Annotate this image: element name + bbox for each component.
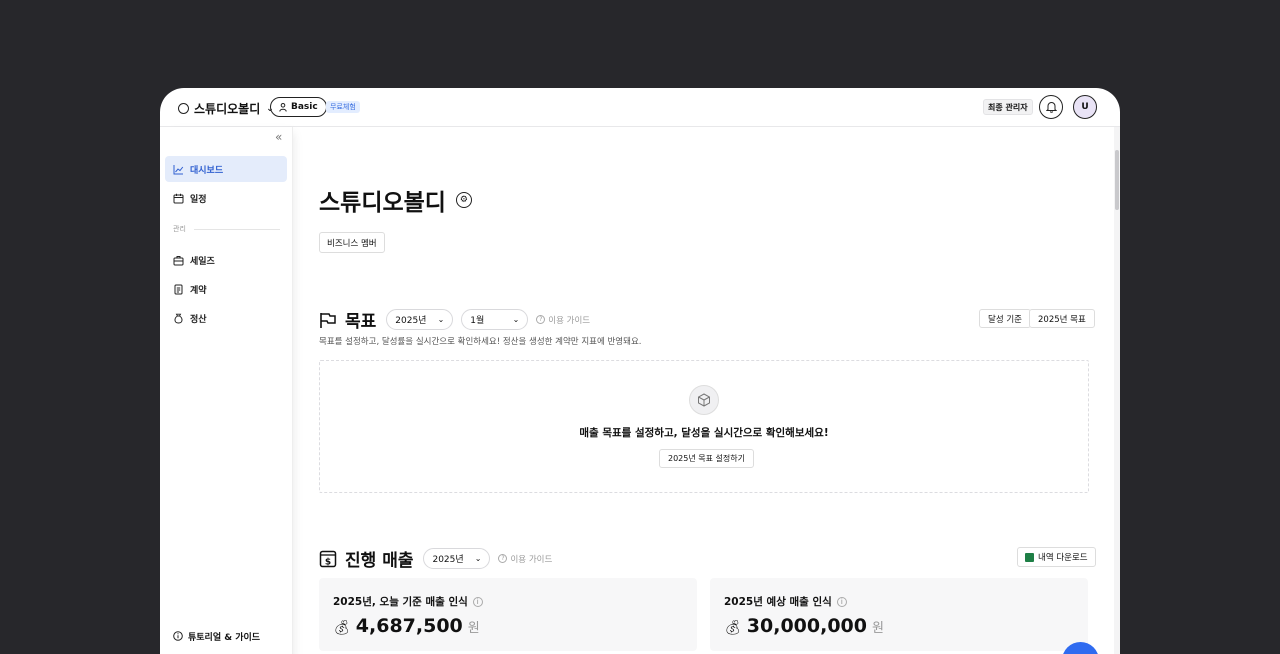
card-label: 2025년 예상 매출 인식 i (724, 594, 847, 609)
workspace-switcher[interactable]: 스튜디오볼디 ⌄ (178, 100, 274, 117)
money-bag-icon (174, 313, 183, 324)
chevron-down-icon: ⌄ (512, 315, 520, 324)
tutorial-guide-link[interactable]: 튜토리얼 & 가이드 (165, 625, 260, 647)
plan-label: Basic (291, 102, 318, 112)
goal-empty-state: 매출 목표를 설정하고, 달성을 실시간으로 확인해보세요! 2025년 목표 … (319, 360, 1089, 493)
info-icon (173, 631, 183, 641)
sidebar-item-dashboard[interactable]: 대시보드 (165, 156, 287, 182)
sales-year-value: 2025년 (432, 555, 464, 565)
goal-empty-text: 매출 목표를 설정하고, 달성을 실시간으로 확인해보세요! (579, 427, 829, 439)
sales-section-header: $ 진행 매출 2025년 ⌄ ? 이용 가이드 (319, 546, 552, 571)
card-amount: 4,687,500 (355, 615, 463, 637)
divider (193, 228, 280, 230)
notification-button[interactable] (1039, 95, 1063, 119)
trial-badge: 무료체험 (326, 101, 360, 113)
sidebar-item-label: 정산 (190, 314, 207, 325)
page-title: 스튜디오볼디 ⚙ (319, 183, 472, 217)
chevron-down-icon: ⌄ (474, 554, 482, 563)
svg-text:$: $ (325, 557, 331, 567)
document-icon (174, 284, 183, 294)
info-icon[interactable]: i (472, 596, 483, 607)
sidebar-item-sales[interactable]: 세일즈 (165, 247, 287, 273)
question-icon: ? (536, 315, 546, 324)
today-revenue-card: 2025년, 오늘 기준 매출 인식 i 💰︎ 4,687,500 원 (319, 578, 697, 651)
expected-revenue-card: 2025년 예상 매출 인식 i 💰︎ 30,000,000 원 (710, 578, 1088, 651)
workspace-logo-icon (178, 103, 189, 114)
sidebar-item-contract[interactable]: 계약 (165, 276, 287, 302)
workspace-name: 스튜디오볼디 (194, 102, 261, 116)
card-value: 💰︎ 4,687,500 원 (333, 615, 480, 637)
role-badge: 최종 관리자 (983, 99, 1033, 115)
goal-title: 목표 (345, 312, 377, 332)
person-icon (279, 102, 287, 112)
sidebar-item-settlement[interactable]: 정산 (165, 305, 287, 331)
goal-guide-label: 이용 가이드 (548, 315, 591, 326)
dollar-box-icon: $ (319, 550, 337, 567)
sidebar-item-label: 세일즈 (190, 256, 215, 267)
scrollbar-thumb[interactable] (1115, 150, 1119, 210)
bell-icon (1045, 102, 1057, 113)
goal-year-select[interactable]: 2025년 ⌄ (386, 309, 454, 330)
avatar[interactable]: U (1073, 95, 1097, 119)
money-bag-icon: 💰︎ (724, 620, 742, 636)
business-member-button[interactable]: 비즈니스 멤버 (319, 232, 385, 253)
page-title-text: 스튜디오볼디 (319, 190, 446, 216)
goal-year-value: 2025년 (395, 316, 427, 326)
info-icon[interactable]: i (836, 596, 847, 607)
card-label-text: 2025년 예상 매출 인식 (724, 596, 832, 608)
section-divider: 관리 (173, 224, 280, 234)
achievement-criteria-button[interactable]: 달성 기준 (979, 309, 1031, 328)
set-goal-button[interactable]: 2025년 목표 설정하기 (659, 449, 754, 468)
card-unit: 원 (467, 621, 480, 636)
top-bar: 스튜디오볼디 ⌄ Basic 무료체험 최종 관리자 U (160, 88, 1120, 127)
sales-guide-label: 이용 가이드 (510, 554, 553, 565)
sidebar-item-label: 계약 (190, 285, 207, 296)
app-window: 스튜디오볼디 ⌄ Basic 무료체험 최종 관리자 U « 대시보드 일정 관… (160, 88, 1120, 654)
briefcase-icon (173, 255, 184, 265)
flag-icon (320, 312, 336, 328)
sales-title: 진행 매출 (345, 551, 414, 571)
plan-badge[interactable]: Basic (270, 97, 327, 117)
goal-section-header: 목표 2025년 ⌄ 1월 ⌄ ? 이용 가이드 (319, 307, 590, 332)
sidebar-item-label: 대시보드 (190, 165, 224, 176)
excel-icon (1025, 552, 1034, 562)
main-content: 스튜디오볼디 ⚙ 비즈니스 멤버 목표 2025년 ⌄ 1월 ⌄ ? 이용 가이… (293, 127, 1115, 654)
goal-month-value: 1월 (470, 316, 485, 326)
chart-icon (173, 164, 184, 174)
download-history-button[interactable]: 내역 다운로드 (1017, 547, 1096, 567)
card-label-text: 2025년, 오늘 기준 매출 인식 (333, 596, 468, 608)
money-bag-icon: 💰︎ (333, 620, 351, 636)
chevron-down-icon: ⌄ (437, 315, 445, 324)
goal-guide-link[interactable]: ? 이용 가이드 (536, 314, 590, 326)
sidebar-item-label: 일정 (190, 194, 207, 205)
sidebar-item-schedule[interactable]: 일정 (165, 185, 287, 211)
download-label: 내역 다운로드 (1038, 553, 1088, 563)
collapse-sidebar-icon[interactable]: « (275, 130, 282, 144)
sales-guide-link[interactable]: ? 이용 가이드 (498, 553, 552, 565)
calendar-icon (173, 193, 184, 203)
year-goal-button[interactable]: 2025년 목표 (1029, 309, 1095, 328)
card-amount: 30,000,000 (746, 615, 867, 637)
question-icon: ? (498, 554, 508, 563)
box-icon (689, 385, 719, 415)
section-label: 관리 (173, 225, 186, 233)
card-value: 💰︎ 30,000,000 원 (724, 615, 884, 637)
goal-description: 목표를 설정하고, 달성률을 실시간으로 확인하세요! 정산을 생성한 계약만 … (319, 337, 642, 347)
sidebar: « 대시보드 일정 관리 세일즈 계약 정산 튜토리얼 & 가이드 (160, 127, 293, 654)
tutorial-label: 튜토리얼 & 가이드 (188, 632, 261, 643)
card-label: 2025년, 오늘 기준 매출 인식 i (333, 594, 483, 609)
gear-icon[interactable]: ⚙ (455, 192, 472, 208)
goal-month-select[interactable]: 1월 ⌄ (461, 309, 529, 330)
card-unit: 원 (871, 621, 884, 636)
sales-year-select[interactable]: 2025년 ⌄ (423, 548, 491, 569)
